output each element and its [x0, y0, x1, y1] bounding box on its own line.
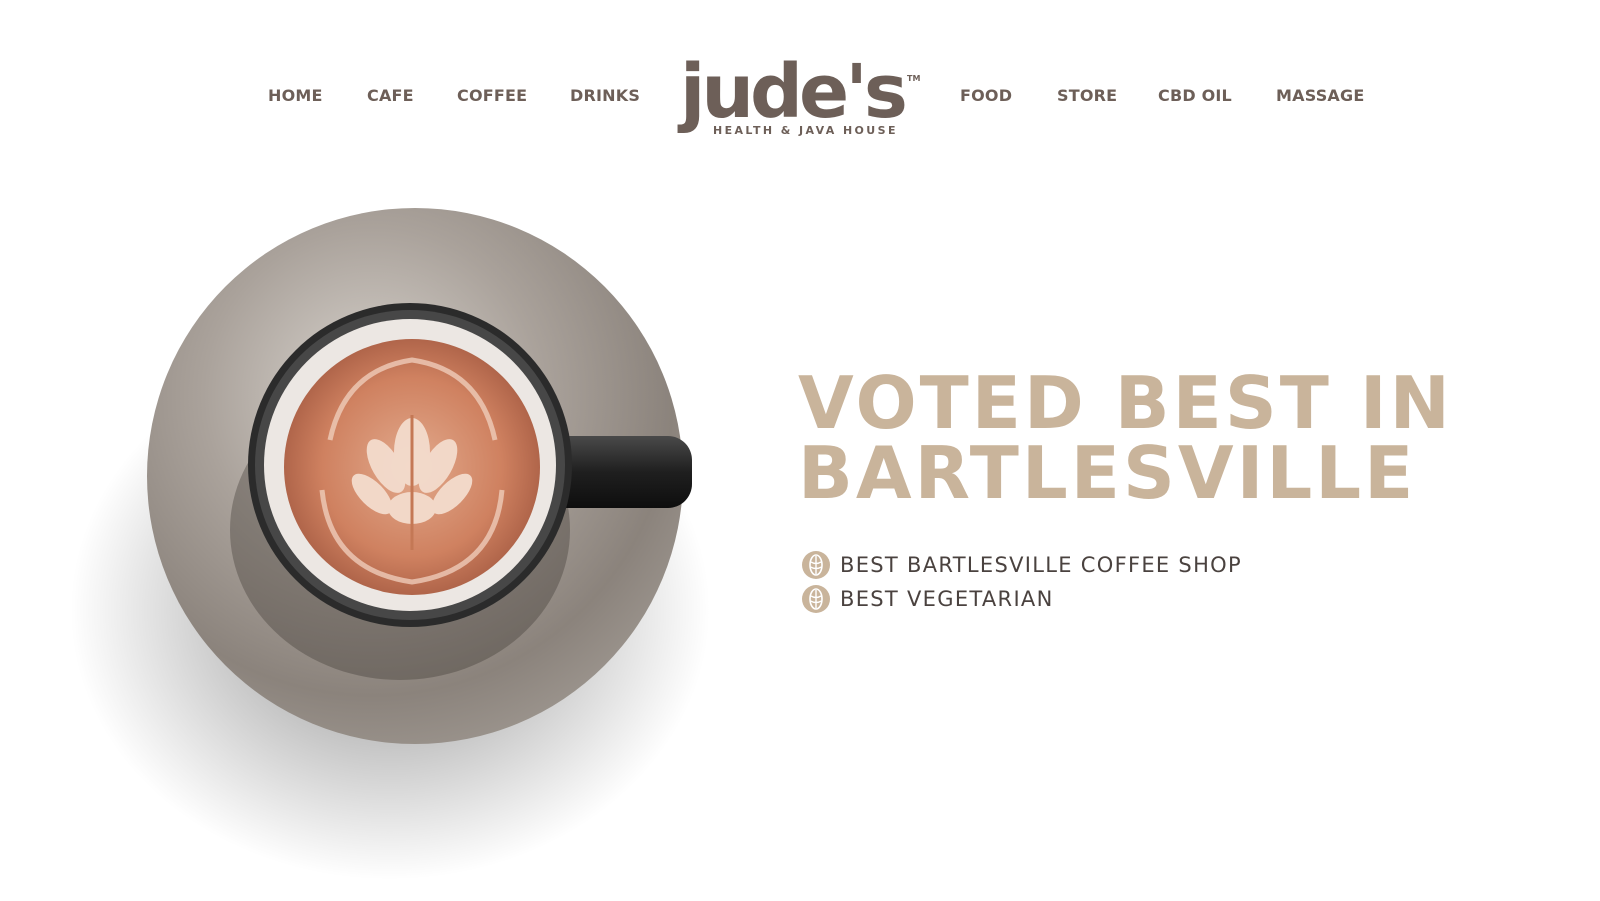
hero-headline: VOTED BEST IN BARTLESVILLE — [798, 361, 1453, 515]
hero-headline-line-2: BARTLESVILLE — [798, 431, 1417, 515]
main-navigation: HOME CAFE COFFEE DRINKS jude's TM HEALTH… — [0, 0, 1600, 170]
logo-tagline: HEALTH & JAVA HOUSE — [713, 124, 898, 137]
latte-cup-image — [70, 208, 710, 880]
nav-link-cafe[interactable]: CAFE — [367, 86, 414, 106]
nav-link-cbd-oil[interactable]: CBD OIL — [1158, 86, 1232, 106]
nav-link-drinks[interactable]: DRINKS — [570, 86, 640, 106]
awards-list: BEST BARTLESVILLE COFFEE SHOP BEST VEGET… — [801, 548, 1242, 616]
award-item: BEST VEGETARIAN — [801, 582, 1242, 616]
latte-art-badge-icon — [802, 585, 830, 613]
award-item: BEST BARTLESVILLE COFFEE SHOP — [801, 548, 1242, 582]
logo-wordmark: jude's — [680, 49, 908, 135]
nav-link-coffee[interactable]: COFFEE — [457, 86, 527, 106]
hero-headline-line-1: VOTED BEST IN — [798, 361, 1453, 445]
logo-trademark: TM — [907, 74, 921, 83]
nav-link-home[interactable]: HOME — [268, 86, 323, 106]
nav-link-massage[interactable]: MASSAGE — [1276, 86, 1364, 106]
nav-link-store[interactable]: STORE — [1057, 86, 1117, 106]
award-label: BEST BARTLESVILLE COFFEE SHOP — [840, 553, 1242, 577]
nav-link-food[interactable]: FOOD — [960, 86, 1012, 106]
site-logo[interactable]: jude's TM HEALTH & JAVA HOUSE — [680, 50, 930, 150]
latte-art-badge-icon — [802, 551, 830, 579]
award-label: BEST VEGETARIAN — [840, 587, 1054, 611]
